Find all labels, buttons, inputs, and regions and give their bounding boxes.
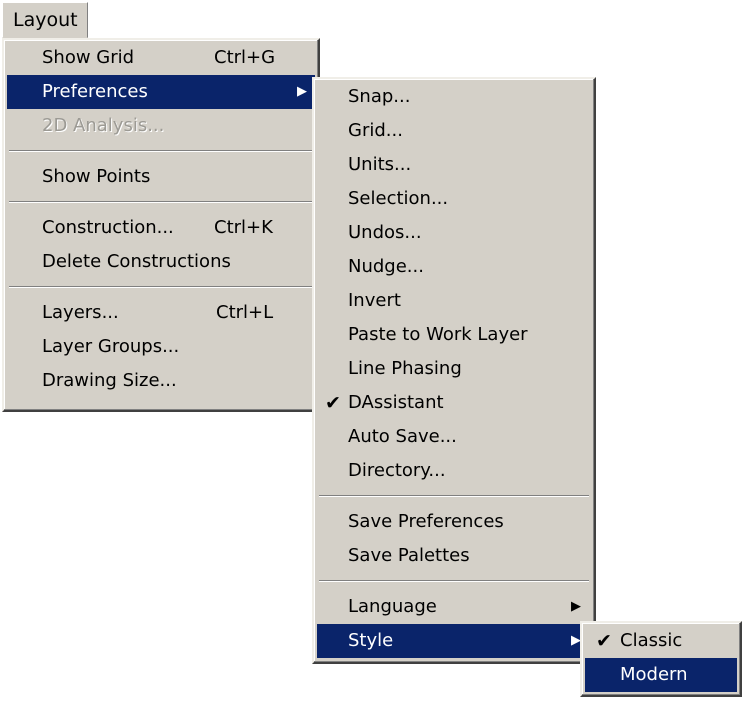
menu-item-label: Classic bbox=[620, 630, 683, 651]
menu-item-save-palettes[interactable]: Save Palettes bbox=[317, 539, 591, 573]
menu-separator bbox=[317, 488, 591, 505]
menu-item-label: Language bbox=[348, 596, 437, 617]
menu-separator bbox=[317, 573, 591, 590]
menu-item-dassistant[interactable]: ✔ DAssistant bbox=[317, 386, 591, 420]
menu-item-selection[interactable]: Selection... bbox=[317, 182, 591, 216]
menu-item-classic[interactable]: ✔ Classic bbox=[585, 624, 737, 658]
menu-item-undos[interactable]: Undos... bbox=[317, 216, 591, 250]
menu-item-label: Invert bbox=[348, 290, 401, 311]
menu-item-layer-groups[interactable]: Layer Groups... bbox=[7, 330, 315, 364]
menu-item-label: Preferences bbox=[42, 81, 148, 102]
menu-item-label: Save Palettes bbox=[348, 545, 470, 566]
menu-item-label: Auto Save... bbox=[348, 426, 457, 447]
checkmark-icon: ✔ bbox=[325, 392, 341, 414]
menu-item-label: Modern bbox=[620, 664, 688, 685]
submenu-arrow-icon: ▶ bbox=[297, 84, 307, 99]
shortcut-label: Ctrl+L bbox=[216, 302, 274, 323]
menu-item-label: Save Preferences bbox=[348, 511, 504, 532]
menu-item-label: Show Grid bbox=[42, 47, 135, 68]
shortcut-label: Ctrl+G bbox=[214, 47, 276, 68]
menu-layout[interactable]: Layout bbox=[2, 2, 88, 38]
menu-item-label: DAssistant bbox=[348, 392, 444, 413]
menu-item-label: Units... bbox=[348, 154, 412, 175]
menu-item-line-phasing[interactable]: Line Phasing bbox=[317, 352, 591, 386]
menu-item-label: Style bbox=[348, 630, 394, 651]
menu-item-delete-constructions[interactable]: Delete Constructions bbox=[7, 245, 315, 279]
menu-item-preferences[interactable]: Preferences ▶ bbox=[7, 75, 315, 109]
menu-item-construction[interactable]: Construction... Ctrl+K bbox=[7, 211, 315, 245]
menu-item-language[interactable]: Language ▶ bbox=[317, 590, 591, 624]
checkmark-icon: ✔ bbox=[596, 630, 612, 652]
menu-item-2d-analysis: 2D Analysis... bbox=[7, 109, 315, 143]
menu-item-drawing-size[interactable]: Drawing Size... bbox=[7, 364, 315, 398]
menu-item-label: Layers... bbox=[42, 302, 119, 323]
menu-item-nudge[interactable]: Nudge... bbox=[317, 250, 591, 284]
menu-item-label: Grid... bbox=[348, 120, 403, 141]
style-submenu: ✔ Classic Modern bbox=[580, 621, 742, 697]
menu-item-save-preferences[interactable]: Save Preferences bbox=[317, 505, 591, 539]
shortcut-label: Ctrl+K bbox=[214, 217, 273, 238]
menu-item-label: Snap... bbox=[348, 86, 411, 107]
menu-item-label: Nudge... bbox=[348, 256, 424, 277]
menu-item-snap[interactable]: Snap... bbox=[317, 80, 591, 114]
menu-item-label: Line Phasing bbox=[348, 358, 462, 379]
menu-item-label: Selection... bbox=[348, 188, 449, 209]
menu-item-directory[interactable]: Directory... bbox=[317, 454, 591, 488]
menu-separator bbox=[7, 194, 315, 211]
menu-item-units[interactable]: Units... bbox=[317, 148, 591, 182]
menu-item-grid[interactable]: Grid... bbox=[317, 114, 591, 148]
menu-item-label: Layer Groups... bbox=[42, 336, 180, 357]
menu-separator bbox=[7, 143, 315, 160]
submenu-arrow-icon: ▶ bbox=[571, 599, 581, 614]
menu-item-show-points[interactable]: Show Points bbox=[7, 160, 315, 194]
menu-item-label: Show Points bbox=[42, 166, 151, 187]
menu-item-label: Delete Constructions bbox=[42, 251, 231, 272]
menu-item-label: Directory... bbox=[348, 460, 446, 481]
menu-item-label: Construction... bbox=[42, 217, 174, 238]
menu-item-label: Paste to Work Layer bbox=[348, 324, 528, 345]
layout-menu: Show Grid Ctrl+G Preferences ▶ 2D Analys… bbox=[2, 38, 320, 412]
menu-item-label: Drawing Size... bbox=[42, 370, 177, 391]
menu-item-layers[interactable]: Layers... Ctrl+L bbox=[7, 296, 315, 330]
menu-item-invert[interactable]: Invert bbox=[317, 284, 591, 318]
menu-item-label: 2D Analysis... bbox=[42, 115, 165, 136]
menu-item-style[interactable]: Style ▶ bbox=[317, 624, 591, 658]
preferences-submenu: Snap... Grid... Units... Selection... Un… bbox=[312, 77, 596, 664]
menu-item-paste-to-work-layer[interactable]: Paste to Work Layer bbox=[317, 318, 591, 352]
menu-item-auto-save[interactable]: Auto Save... bbox=[317, 420, 591, 454]
menu-item-show-grid[interactable]: Show Grid Ctrl+G bbox=[7, 41, 315, 75]
menu-item-label: Undos... bbox=[348, 222, 422, 243]
menu-separator bbox=[7, 279, 315, 296]
menu-item-modern[interactable]: Modern bbox=[585, 658, 737, 692]
